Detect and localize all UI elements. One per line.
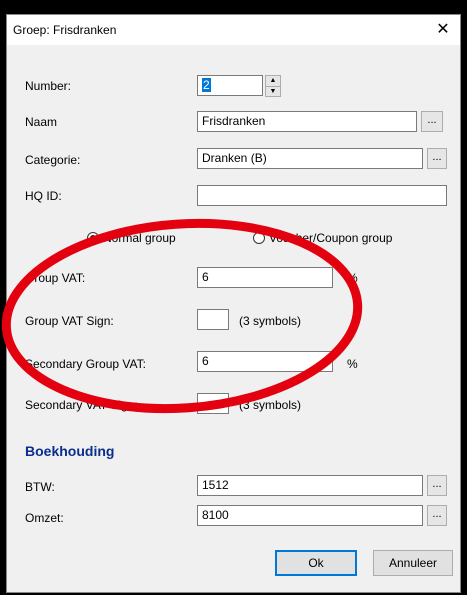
number-stepper[interactable]: ▲ ▼ bbox=[265, 75, 281, 97]
ok-button[interactable]: Ok bbox=[275, 550, 357, 576]
categorie-input[interactable]: Dranken (B) bbox=[197, 148, 423, 169]
spin-up-icon[interactable]: ▲ bbox=[266, 76, 280, 86]
group-dialog: Groep: Frisdranken ✕ Number: 2 ▲ ▼ Naam … bbox=[6, 14, 461, 593]
categorie-label: Categorie: bbox=[25, 153, 81, 167]
btw-label: BTW: bbox=[25, 480, 55, 494]
title-bar: Groep: Frisdranken ✕ bbox=[7, 15, 460, 45]
naam-browse-button[interactable]: ... bbox=[421, 111, 443, 132]
normal-group-radio[interactable] bbox=[87, 232, 99, 244]
group-vat-unit: % bbox=[347, 271, 358, 285]
omzet-label: Omzet: bbox=[25, 511, 64, 525]
group-vat-input[interactable]: 6 bbox=[197, 267, 333, 288]
hqid-label: HQ ID: bbox=[25, 189, 62, 203]
secondary-vat-sign-input[interactable] bbox=[197, 393, 229, 414]
group-vat-sign-input[interactable] bbox=[197, 309, 229, 330]
naam-label: Naam bbox=[25, 115, 58, 129]
group-vat-label: Group VAT: bbox=[25, 271, 86, 285]
number-input[interactable]: 2 bbox=[197, 75, 263, 96]
secondary-vat-sign-hint: (3 symbols) bbox=[239, 398, 302, 412]
number-label: Number: bbox=[25, 79, 72, 93]
secondary-vat-input[interactable]: 6 bbox=[197, 351, 333, 372]
boekhouding-heading: Boekhouding bbox=[25, 443, 115, 459]
categorie-browse-button[interactable]: ... bbox=[427, 148, 447, 169]
window-title: Groep: Frisdranken bbox=[13, 23, 117, 37]
btw-browse-button[interactable]: ... bbox=[427, 475, 447, 496]
hqid-input[interactable] bbox=[197, 185, 447, 206]
group-vat-sign-hint: (3 symbols) bbox=[239, 314, 302, 328]
omzet-browse-button[interactable]: ... bbox=[427, 505, 447, 526]
spin-down-icon[interactable]: ▼ bbox=[266, 86, 280, 97]
secondary-vat-label: Secondary Group VAT: bbox=[25, 357, 146, 371]
close-icon[interactable]: ✕ bbox=[432, 19, 454, 41]
voucher-group-radio[interactable] bbox=[253, 232, 265, 244]
naam-input[interactable]: Frisdranken bbox=[197, 111, 417, 132]
group-vat-sign-label: Group VAT Sign: bbox=[25, 314, 114, 328]
voucher-group-label: Voucher/Coupon group bbox=[269, 231, 393, 245]
secondary-vat-sign-label: Secondary VAT Sign: bbox=[25, 398, 138, 412]
number-value: 2 bbox=[202, 78, 211, 92]
btw-input[interactable]: 1512 bbox=[197, 475, 423, 496]
secondary-vat-unit: % bbox=[347, 357, 358, 371]
omzet-input[interactable]: 8100 bbox=[197, 505, 423, 526]
normal-group-label: Normal group bbox=[103, 231, 176, 245]
cancel-button[interactable]: Annuleer bbox=[373, 550, 453, 576]
